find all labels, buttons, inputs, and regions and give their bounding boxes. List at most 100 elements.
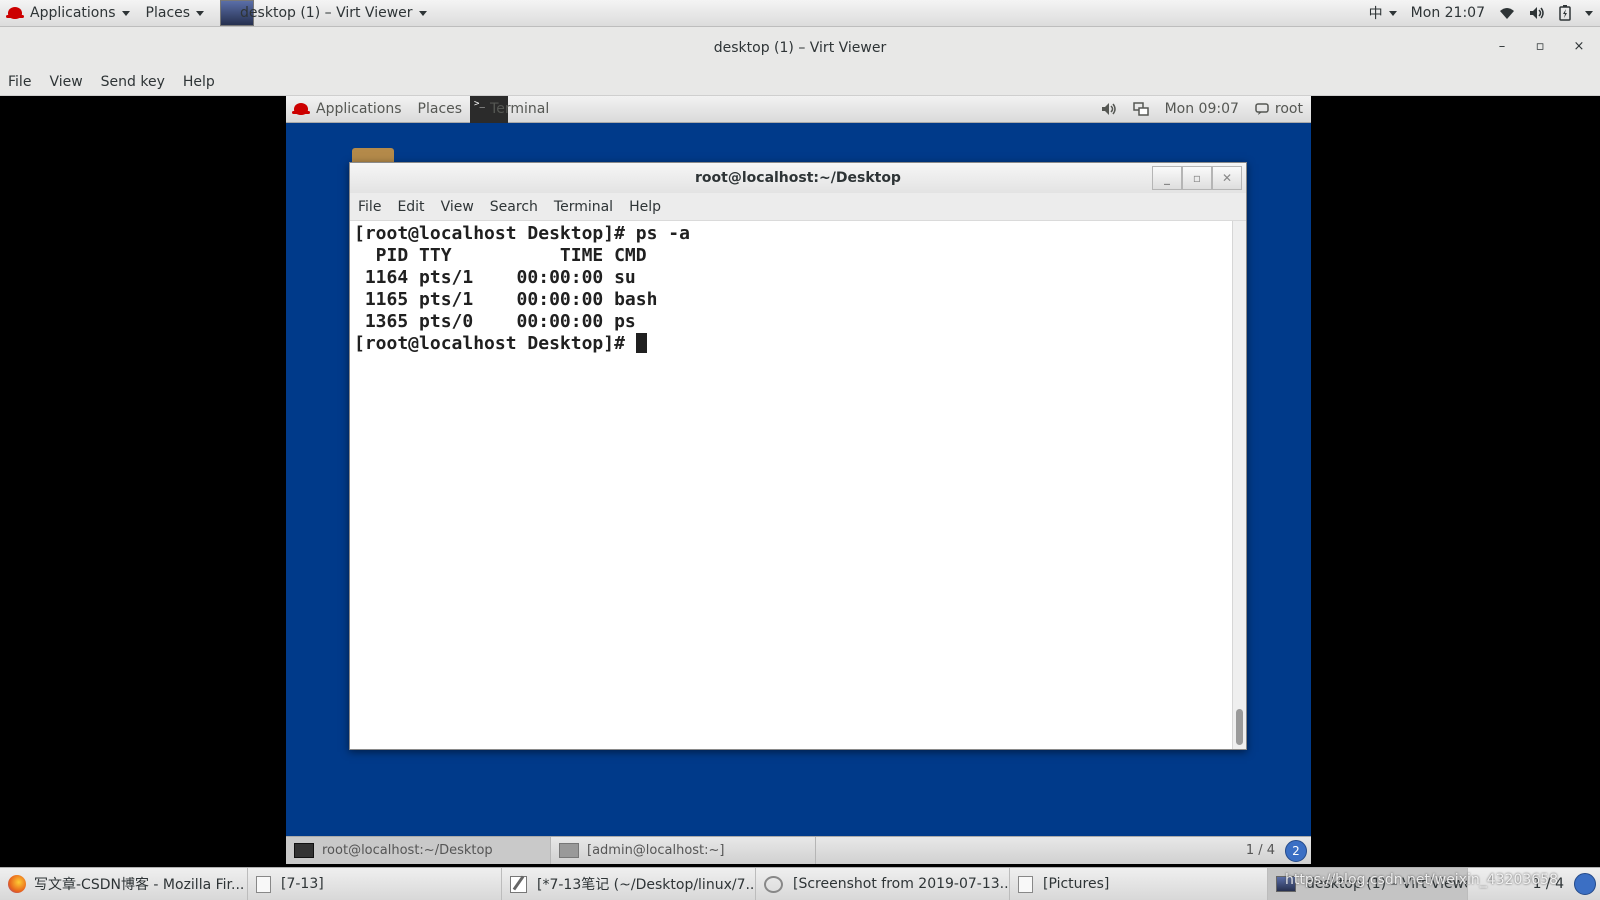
notification-badge[interactable]: 2 <box>1285 839 1307 862</box>
menu-send-key[interactable]: Send key <box>92 74 174 90</box>
guest-places-menu[interactable]: Places <box>410 96 471 123</box>
menu-file[interactable]: File <box>0 74 40 90</box>
battery-icon[interactable] <box>1552 0 1578 27</box>
guest-top-panel: Applications Places >_ Terminal Mon 09:0… <box>286 96 1311 123</box>
firefox-icon <box>8 875 26 893</box>
host-task-firefox[interactable]: 写文章-CSDN博客 - Mozilla Fir... <box>0 867 248 900</box>
terminal-menu-file[interactable]: File <box>350 199 389 215</box>
input-method-indicator[interactable]: 中 <box>1362 0 1404 27</box>
chevron-down-icon <box>418 10 427 16</box>
host-top-panel: Applications Places desktop (1) – Virt V… <box>0 0 1600 27</box>
guest-clock-label: Mon 09:07 <box>1164 101 1239 117</box>
guest-active-app-label: Terminal <box>490 101 550 117</box>
host-task-label: [7-13] <box>281 876 324 892</box>
folder-icon[interactable] <box>352 148 394 162</box>
guest-network-icon[interactable] <box>1125 96 1157 123</box>
host-taskbar: 写文章-CSDN博客 - Mozilla Fir... [7-13] [*7-1… <box>0 867 1600 900</box>
host-places-menu[interactable]: Places <box>138 0 213 27</box>
host-task-screenshot[interactable]: [Screenshot from 2019-07-13... <box>756 867 1010 900</box>
host-task-label: 写文章-CSDN博客 - Mozilla Fir... <box>34 877 245 893</box>
guest-workspace-count: 1 / 4 <box>1245 843 1275 858</box>
terminal-maximize-button[interactable]: ▫ <box>1182 166 1212 190</box>
text-editor-icon <box>510 875 527 893</box>
chevron-down-icon[interactable] <box>1578 0 1600 27</box>
terminal-window-controls: _ ▫ ✕ <box>1152 166 1242 190</box>
window-icon <box>1018 875 1033 893</box>
virt-viewer-titlebar: desktop (1) – Virt Viewer – ▫ × <box>0 27 1600 68</box>
terminal-menu-terminal[interactable]: Terminal <box>546 199 621 215</box>
guest-clock[interactable]: Mon 09:07 <box>1157 96 1247 123</box>
guest-taskbar: root@localhost:~/Desktop [admin@localhos… <box>286 836 1311 864</box>
chevron-down-icon <box>121 10 130 16</box>
window-icon <box>256 875 271 893</box>
guest-display[interactable]: Applications Places >_ Terminal Mon 09:0… <box>286 96 1311 864</box>
user-icon <box>1255 103 1269 115</box>
scrollbar-thumb[interactable] <box>1236 709 1243 745</box>
input-method-label: 中 <box>1368 6 1383 22</box>
terminal-output[interactable]: [root@localhost Desktop]# ps -a PID TTY … <box>350 221 1232 749</box>
menu-help[interactable]: Help <box>174 74 224 90</box>
terminal-close-button[interactable]: ✕ <box>1212 166 1242 190</box>
guest-user-label: root <box>1274 101 1303 117</box>
chevron-down-icon <box>196 10 205 16</box>
host-places-label: Places <box>145 5 191 21</box>
guest-active-app-menu[interactable]: >_ Terminal <box>470 96 557 123</box>
terminal-titlebar[interactable]: root@localhost:~/Desktop _ ▫ ✕ <box>350 163 1246 193</box>
terminal-title: root@localhost:~/Desktop <box>695 170 901 186</box>
guest-applications-label: Applications <box>316 101 402 117</box>
virt-viewer-menubar: File View Send key Help <box>0 68 1600 96</box>
terminal-menu-edit[interactable]: Edit <box>389 199 432 215</box>
terminal-prompt-line[interactable]: [root@localhost Desktop]# <box>354 333 1228 355</box>
host-active-window-menu[interactable]: desktop (1) – Virt Viewer <box>212 0 434 27</box>
guest-workspace-switcher[interactable]: 1 / 4 2 <box>1236 839 1311 862</box>
chevron-down-icon <box>1388 10 1397 16</box>
maximize-button[interactable]: ▫ <box>1530 39 1550 54</box>
host-task-7-13[interactable]: [7-13] <box>248 867 502 900</box>
terminal-scrollbar[interactable] <box>1232 221 1246 749</box>
notification-icon[interactable] <box>1574 873 1596 895</box>
terminal-icon <box>294 843 314 858</box>
host-task-label: [*7-13笔记 (~/Desktop/linux/7... <box>537 877 756 893</box>
host-task-pictures[interactable]: [Pictures] <box>1010 867 1268 900</box>
terminal-line: 1365 pts/0 00:00:00 ps <box>354 311 636 332</box>
guest-places-label: Places <box>417 101 463 117</box>
terminal-menu-view[interactable]: View <box>433 199 482 215</box>
watermark: https://blog.csdn.net/weixin_43203658 <box>1284 872 1558 888</box>
guest-task-terminal-desktop[interactable]: root@localhost:~/Desktop <box>286 836 551 864</box>
host-task-notes[interactable]: [*7-13笔记 (~/Desktop/linux/7... <box>502 867 756 900</box>
wifi-icon[interactable] <box>1492 0 1522 27</box>
terminal-window[interactable]: root@localhost:~/Desktop _ ▫ ✕ File Edit… <box>349 162 1247 750</box>
guest-task-label: root@localhost:~/Desktop <box>322 843 493 858</box>
terminal-icon <box>559 843 579 858</box>
guest-volume-icon[interactable] <box>1093 96 1125 123</box>
host-applications-menu[interactable]: Applications <box>0 0 138 27</box>
host-applications-label: Applications <box>30 5 116 21</box>
guest-applications-menu[interactable]: Applications <box>286 96 410 123</box>
terminal-menu-help[interactable]: Help <box>621 199 669 215</box>
terminal-prompt: [root@localhost Desktop]# <box>354 333 636 354</box>
close-button[interactable]: × <box>1569 39 1589 54</box>
terminal-menubar: File Edit View Search Terminal Help <box>350 193 1246 221</box>
menu-view[interactable]: View <box>40 74 91 90</box>
host-active-window-label: desktop (1) – Virt Viewer <box>240 5 413 21</box>
host-clock[interactable]: Mon 21:07 <box>1404 0 1492 27</box>
terminal-line: PID TTY TIME CMD <box>354 245 647 266</box>
terminal-line: [root@localhost Desktop]# ps -a <box>354 223 690 244</box>
terminal-line: 1165 pts/1 00:00:00 bash <box>354 289 658 310</box>
host-task-label: [Screenshot from 2019-07-13... <box>793 876 1010 892</box>
volume-icon[interactable] <box>1522 0 1552 27</box>
redhat-icon <box>292 103 310 115</box>
system-menu-caret <box>1585 10 1593 16</box>
terminal-line: 1164 pts/1 00:00:00 su <box>354 267 636 288</box>
terminal-menu-search[interactable]: Search <box>482 199 546 215</box>
host-task-label: [Pictures] <box>1043 876 1110 892</box>
guest-task-terminal-admin[interactable]: [admin@localhost:~] <box>551 836 816 864</box>
minimize-button[interactable]: – <box>1492 39 1512 54</box>
guest-user-menu[interactable]: root <box>1247 96 1311 123</box>
text-cursor <box>635 333 647 353</box>
redhat-icon <box>6 7 24 19</box>
window-title: desktop (1) – Virt Viewer <box>713 39 887 56</box>
host-clock-label: Mon 21:07 <box>1410 5 1485 21</box>
guest-task-label: [admin@localhost:~] <box>587 843 725 858</box>
terminal-minimize-button[interactable]: _ <box>1152 166 1182 190</box>
